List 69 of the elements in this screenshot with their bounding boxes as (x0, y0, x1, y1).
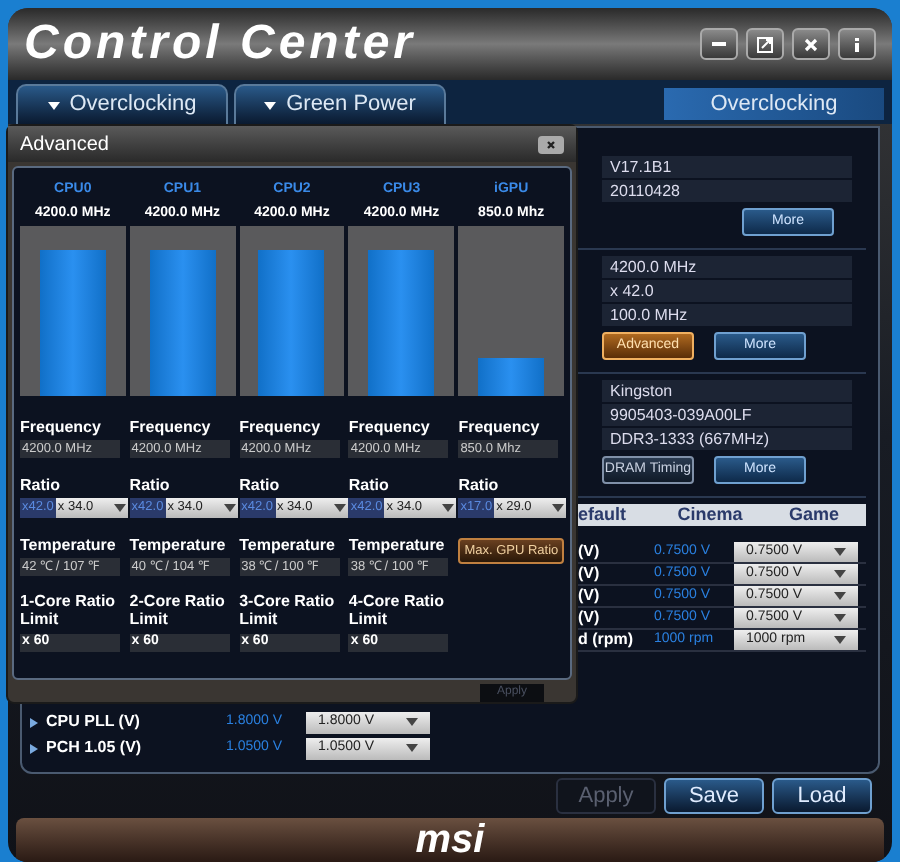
field-label: Ratio (348, 474, 391, 498)
field-label: Ratio (458, 474, 501, 498)
dropdown-arrow-icon (552, 504, 565, 512)
info-value: DDR3-1333 (667MHz) (602, 428, 852, 450)
field-label: 3-Core Ratio Limit (239, 592, 337, 628)
logo: msi (415, 816, 485, 862)
row-label: CPU PLL (V) (46, 710, 142, 734)
field-label: 1-Core Ratio Limit (20, 592, 118, 628)
dropdown-arrow-icon (406, 744, 418, 752)
field-label: Frequency (20, 416, 103, 440)
close-button[interactable] (538, 135, 564, 153)
dropdown-arrow-icon (834, 548, 846, 556)
action-button[interactable]: Save (664, 778, 764, 814)
field-label: Ratio (20, 474, 62, 498)
minimize-icon (712, 42, 726, 46)
row-label: PCH 1.05 (V) (46, 736, 144, 760)
dropdown-arrow-icon (114, 504, 126, 512)
tab[interactable]: Green Power (234, 84, 446, 124)
expand-arrow-icon (30, 717, 38, 727)
dialog-title: Advanced (20, 131, 109, 159)
column-header: Cinema (675, 501, 745, 528)
dropdown-arrow-icon (47, 101, 60, 109)
close-icon (546, 139, 556, 149)
field-label: 2-Core Ratio Limit (129, 592, 227, 628)
column-header: efault (578, 501, 629, 528)
field-label: 4-Core Ratio Limit (348, 592, 446, 628)
dropdown-arrow-icon (406, 718, 418, 726)
dropdown-arrow-icon (834, 570, 846, 578)
field-label: Temperature (129, 534, 228, 558)
dropdown-arrow-icon (442, 504, 455, 512)
close-icon (802, 35, 820, 53)
field-label: Temperature (348, 534, 447, 558)
field-label: Ratio (239, 474, 282, 498)
field-label: Frequency (458, 416, 542, 440)
field-label: Ratio (129, 474, 172, 498)
info-value: 100.0 MHz (602, 304, 852, 326)
dropdown-arrow-icon (834, 592, 846, 600)
row-label: d (rpm) (578, 628, 636, 652)
field-label: Frequency (239, 416, 323, 440)
info-value: Kingston (602, 380, 852, 402)
info-value: 9905403-039A00LF (602, 404, 852, 426)
row-label: (V) (578, 606, 602, 630)
window-title: Control Center (24, 14, 416, 74)
dropdown-arrow-icon (834, 614, 846, 622)
field-label: Frequency (129, 416, 213, 440)
minimize-button[interactable] (700, 28, 738, 60)
info-button[interactable] (838, 28, 876, 60)
dropdown-arrow-icon (264, 101, 277, 109)
tab[interactable]: Overclocking (16, 84, 228, 124)
field-label: Frequency (348, 416, 432, 440)
field-label: Temperature (20, 534, 118, 558)
action-button[interactable]: Load (772, 778, 872, 814)
info-value: x 42.0 (602, 280, 852, 302)
row-label: (V) (578, 562, 602, 586)
info-value: 4200.0 MHz (602, 256, 852, 278)
field-label: Temperature (239, 534, 337, 558)
dropdown-arrow-icon (333, 504, 346, 512)
expand-arrow-icon (30, 743, 38, 753)
row-label: (V) (578, 540, 602, 564)
maximize-button[interactable] (746, 28, 784, 60)
info-value: V17.1B1 (602, 156, 852, 178)
dropdown-arrow-icon (223, 504, 236, 512)
dropdown-arrow-icon (834, 636, 846, 644)
column-header: Game (786, 501, 841, 528)
close-button[interactable] (792, 28, 830, 60)
maximize-icon (756, 35, 774, 53)
info-value: 20110428 (602, 180, 852, 202)
section-title: Overclocking (664, 88, 884, 120)
row-label: (V) (578, 584, 602, 608)
